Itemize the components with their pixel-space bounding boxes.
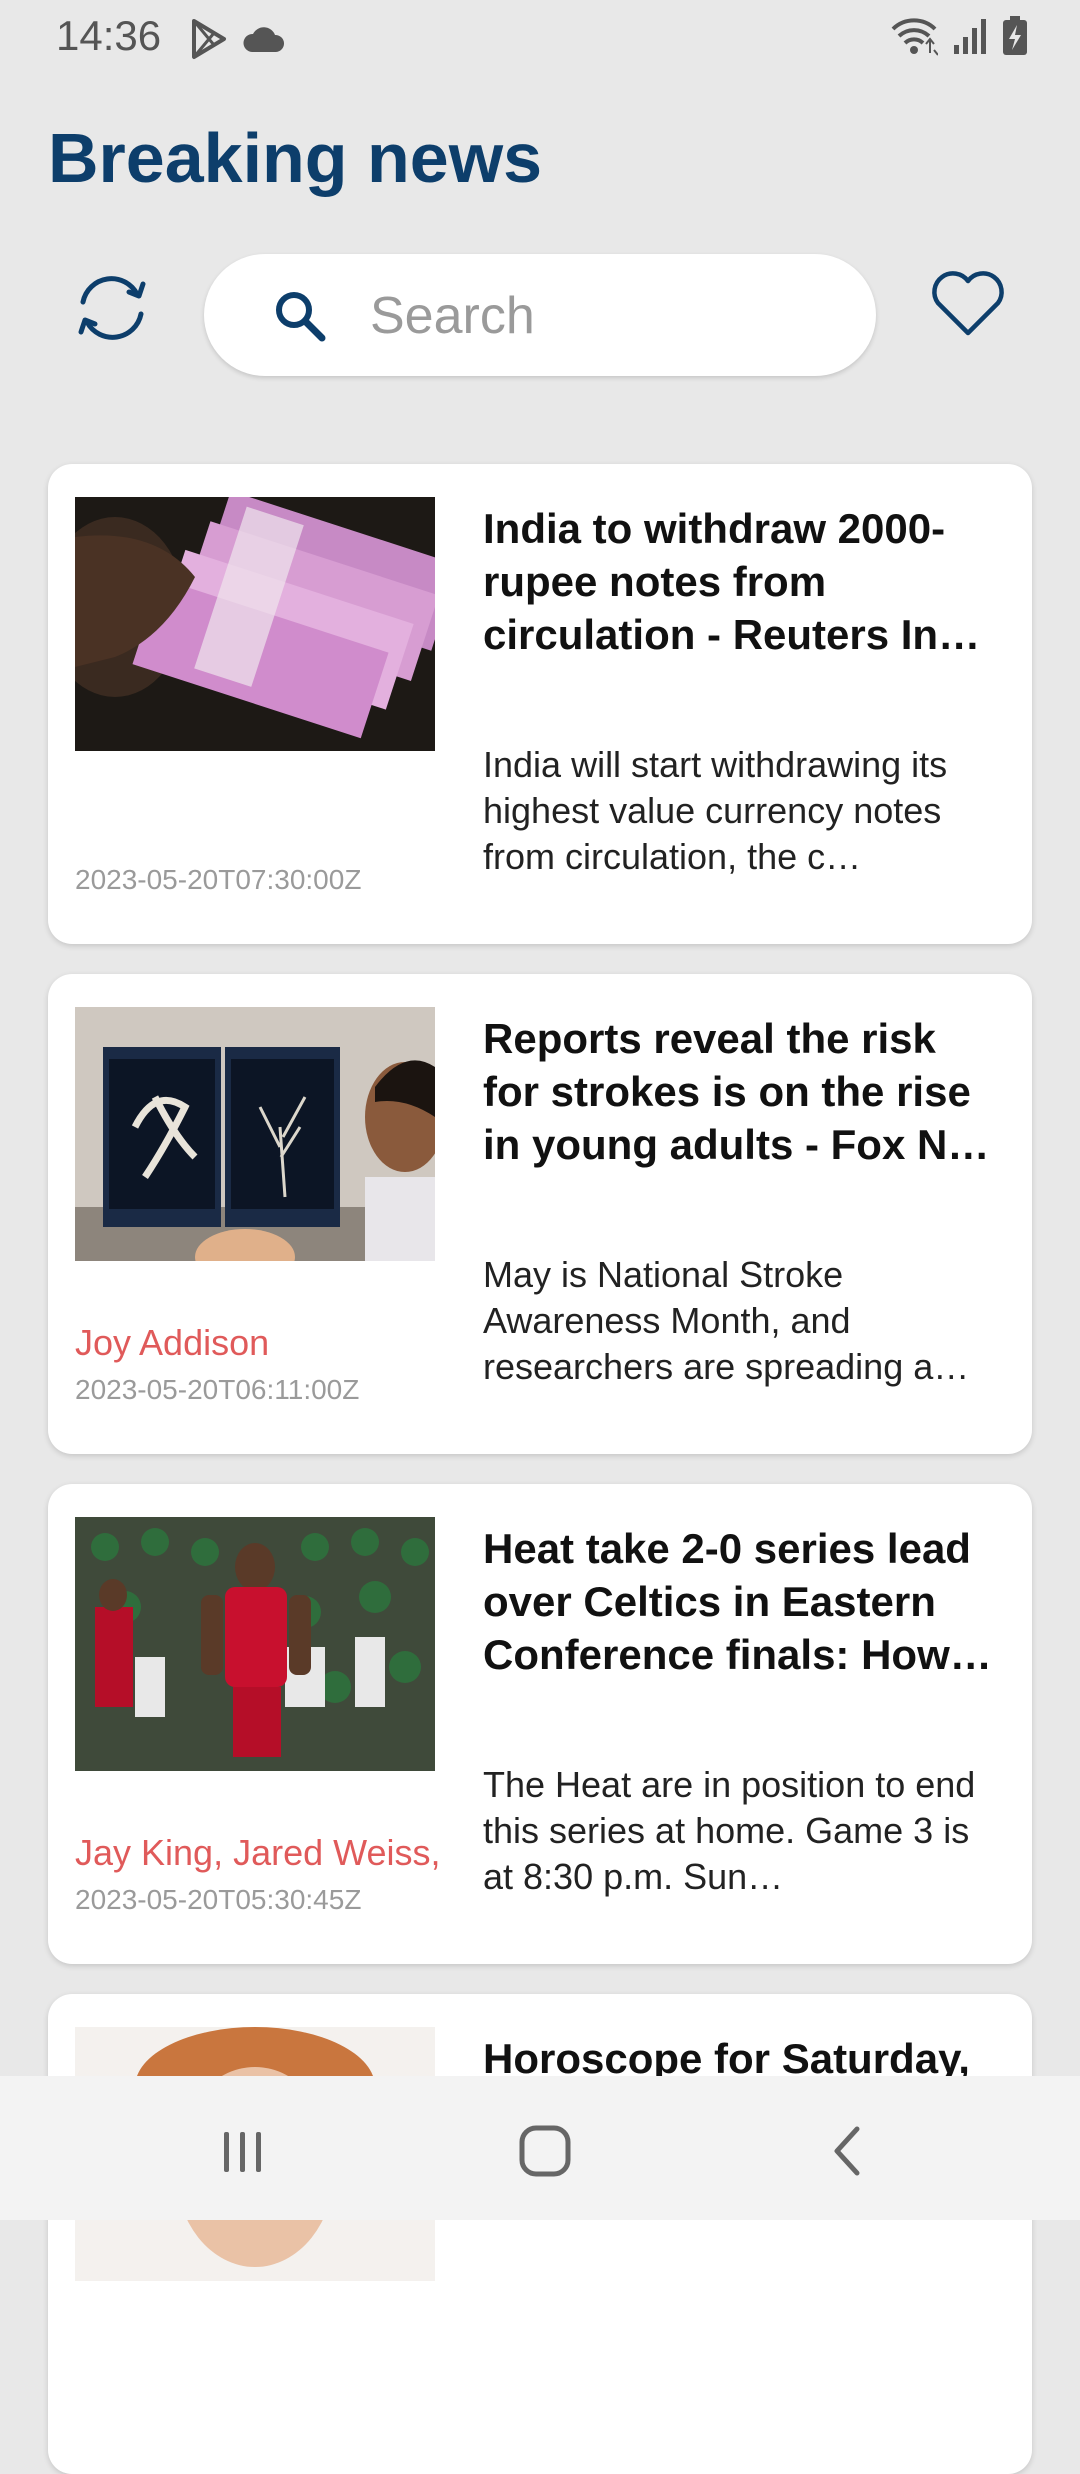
brain-scan-image — [75, 1007, 435, 1261]
article-description: The Heat are in position to end this ser… — [483, 1764, 976, 1897]
refresh-button[interactable] — [66, 262, 158, 354]
news-card[interactable]: 2023-05-20T07:30:00Z India to withdraw 2… — [48, 464, 1032, 944]
article-date: 2023-05-20T07:30:00Z — [75, 864, 362, 895]
article-date: 2023-05-20T06:11:00Z — [75, 1374, 360, 1405]
cloud-icon — [243, 27, 285, 52]
back-icon — [834, 2126, 860, 2176]
status-bar: 14:36 — [0, 0, 1080, 76]
article-title[interactable]: India to withdraw 2000-rupee notes from … — [483, 502, 1003, 661]
status-time: 14:36 — [56, 12, 162, 59]
status-right-icons — [890, 16, 1028, 56]
search-box[interactable] — [204, 254, 876, 376]
signal-icon — [954, 19, 986, 54]
home-icon — [519, 2125, 571, 2177]
page-title: Breaking news — [48, 119, 543, 197]
refresh-icon — [78, 276, 146, 340]
search-icon — [276, 292, 326, 342]
article-author: Jay King, Jared Weiss, — [75, 1832, 441, 1873]
news-card[interactable]: Jay King, Jared Weiss, 2023-05-20T05:30:… — [48, 1484, 1032, 1964]
recents-button[interactable] — [208, 2116, 278, 2186]
recents-icon — [224, 2132, 261, 2172]
navigation-bar — [0, 2076, 1080, 2220]
home-button[interactable] — [510, 2116, 580, 2186]
news-card[interactable]: Joy Addison 2023-05-20T06:11:00Z Reports… — [48, 974, 1032, 1454]
basketball-image — [75, 1517, 435, 1771]
article-date: 2023-05-20T05:30:45Z — [75, 1884, 362, 1915]
article-author: Joy Addison — [75, 1322, 270, 1363]
back-button[interactable] — [812, 2116, 882, 2186]
article-title[interactable]: Heat take 2-0 series lead over Celtics i… — [483, 1522, 1003, 1681]
favorites-button[interactable] — [922, 258, 1014, 350]
wifi-icon — [891, 18, 938, 56]
rupee-notes-image — [75, 497, 435, 751]
heart-icon — [932, 271, 1004, 336]
news-card[interactable]: Horoscope for Saturday, — [48, 1994, 1032, 2474]
battery-charging-icon — [1003, 16, 1027, 55]
status-left-icons — [190, 18, 286, 60]
article-description: India will start withdrawing its highest… — [483, 744, 948, 877]
article-title[interactable]: Reports reveal the risk for strokes is o… — [483, 1012, 1003, 1171]
play-store-icon — [192, 19, 226, 59]
search-input[interactable] — [368, 276, 842, 356]
article-description: May is National Stroke Awareness Month, … — [483, 1254, 970, 1387]
